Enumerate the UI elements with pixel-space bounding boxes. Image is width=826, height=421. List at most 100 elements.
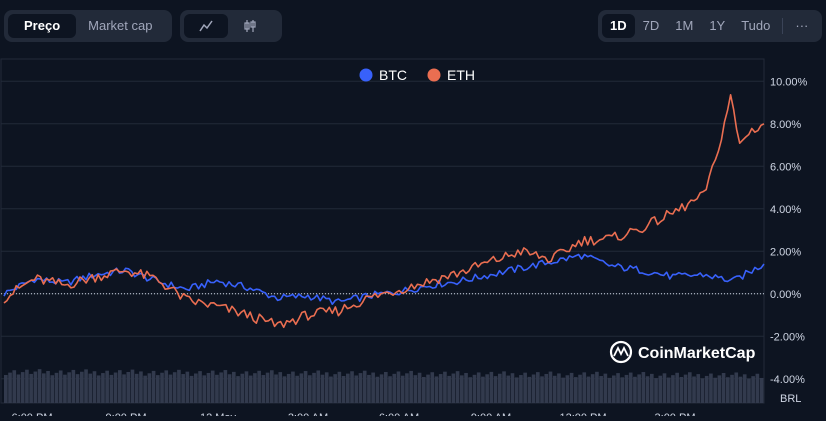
volume-bar — [540, 376, 544, 403]
volume-bar — [341, 376, 346, 403]
volume-bar — [510, 373, 515, 403]
volume-bar — [185, 371, 190, 403]
metric-switch: Preço Market cap — [4, 10, 172, 42]
volume-bar — [312, 372, 316, 403]
currency-label: BRL — [780, 393, 801, 405]
price-chart[interactable]: 10.00% 8.00% 6.00% 4.00% 2.00% 0.00% -2.00% -4.… — [0, 55, 826, 421]
volume-bar — [422, 376, 426, 403]
volume-bar — [641, 372, 646, 403]
volume-bar — [620, 377, 625, 403]
volume-bar — [219, 372, 223, 403]
volume-bar — [346, 373, 350, 403]
volume-bar — [460, 375, 464, 403]
x-tick-label: 3:00 PM — [655, 412, 696, 416]
volume-bar — [481, 376, 485, 403]
volume-bar — [126, 371, 131, 403]
range-divider — [782, 18, 784, 34]
volume-bar — [299, 373, 304, 403]
legend-dot-btc — [359, 68, 373, 82]
volume-bar — [747, 378, 751, 403]
volume-bar — [350, 371, 354, 403]
volume-bar — [67, 372, 71, 403]
volume-bar — [595, 371, 599, 403]
y-tick-label: -4.00% — [770, 374, 805, 386]
volume-bar — [329, 376, 333, 403]
volume-bar — [303, 371, 308, 403]
volume-bar — [156, 375, 160, 403]
volume-bar — [46, 371, 50, 403]
volume-bar — [384, 372, 388, 403]
x-tick-label: 6:00 AM — [379, 412, 419, 416]
volume-bar — [168, 374, 173, 403]
volume-bar — [565, 375, 570, 403]
volume-bar — [113, 372, 118, 403]
candlestick-button[interactable] — [228, 14, 272, 38]
volume-bar — [215, 374, 219, 403]
volume-bar — [278, 372, 283, 403]
volume-bar — [20, 372, 25, 403]
series-line-eth — [3, 94, 765, 329]
volume-bar — [658, 375, 663, 403]
volume-bar — [417, 372, 422, 403]
volume-bar — [434, 376, 439, 403]
volume-bar — [88, 373, 93, 403]
range-1y[interactable]: 1Y — [701, 14, 733, 38]
x-tick-label: 9:00 AM — [471, 412, 511, 416]
volume-bar — [388, 376, 392, 403]
volume-bar — [430, 372, 435, 403]
volume-bar — [282, 376, 287, 403]
y-tick-label: 2.00% — [770, 246, 801, 258]
range-1d[interactable]: 1D — [602, 14, 635, 38]
volume-bar — [544, 373, 549, 403]
range-all[interactable]: Tudo — [733, 14, 778, 38]
series-line-btc — [3, 253, 765, 305]
volume-bar — [202, 375, 207, 403]
volume-bar — [599, 376, 603, 403]
volume-bar — [759, 377, 764, 403]
volume-bar — [105, 370, 109, 403]
volume-bar — [628, 372, 633, 403]
more-options-button[interactable]: ··· — [787, 14, 816, 38]
volume-bar — [607, 377, 612, 403]
volume-bar — [506, 375, 511, 403]
volume-bar — [438, 374, 443, 403]
volume-bar — [223, 370, 228, 403]
tab-price[interactable]: Preço — [8, 14, 77, 38]
y-tick-label: 4.00% — [770, 204, 801, 216]
volume-bar — [447, 375, 451, 403]
volume-bar — [96, 375, 101, 403]
volume-bar — [696, 374, 701, 403]
volume-bar — [738, 376, 743, 403]
volume-bar — [244, 371, 249, 403]
tab-market-cap[interactable]: Market cap — [76, 14, 164, 38]
volume-bar — [527, 376, 532, 403]
x-tick-label: 12 May — [200, 412, 237, 416]
volume-bar — [717, 375, 722, 403]
volume-bar — [337, 371, 342, 403]
volume-bar — [692, 376, 696, 403]
volume-bar — [232, 371, 236, 403]
volume-bar — [485, 374, 489, 403]
volume-bar — [270, 370, 274, 403]
volume-bar — [274, 374, 278, 403]
range-1m[interactable]: 1M — [667, 14, 701, 38]
volume-bar — [371, 372, 375, 403]
chart-toolbar: Preço Market cap 1D 7D 1M 1Y Tudo ··· — [0, 10, 826, 42]
volume-bar — [624, 374, 629, 403]
volume-bar — [50, 375, 55, 403]
chart-type-switch — [180, 10, 282, 42]
x-tick-label: 9:00 PM — [106, 412, 147, 416]
volume-bar — [734, 372, 739, 403]
legend-label-eth: ETH — [447, 67, 475, 83]
volume-bar — [130, 369, 135, 403]
coinmarketcap-logo-mark — [613, 345, 629, 357]
volume-bar — [679, 377, 684, 403]
volume-bar — [210, 370, 215, 403]
volume-bar — [320, 374, 325, 403]
x-tick-label: 12:00 PM — [559, 412, 606, 416]
volume-bar — [333, 374, 337, 403]
range-7d[interactable]: 7D — [635, 14, 668, 38]
volume-bar — [502, 371, 506, 403]
volume-bar — [261, 375, 266, 403]
line-chart-button[interactable] — [184, 14, 228, 38]
